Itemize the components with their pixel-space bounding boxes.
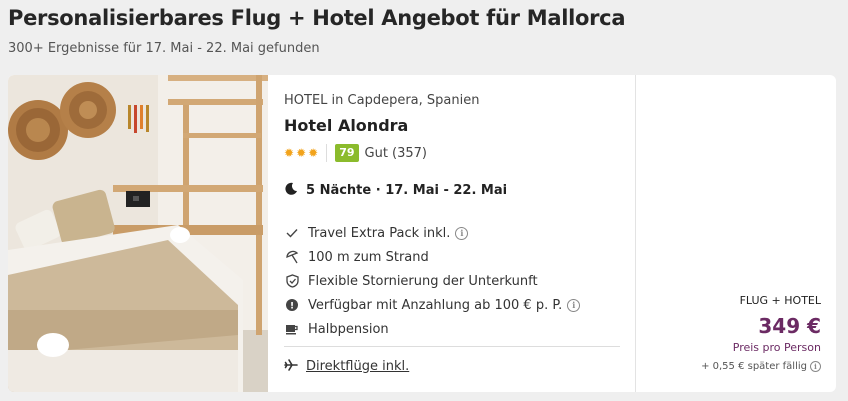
feature-list: Travel Extra Pack inkl. i 100 m zum Stra… <box>284 221 581 341</box>
price-later-fee: + 0,55 € später fällig i <box>701 361 821 372</box>
hotel-stars: ✹ ✹ ✹ <box>284 147 318 159</box>
deposit-coin-icon: ! <box>284 297 300 313</box>
direct-flights-link[interactable]: Direktflüge inkl. <box>306 359 409 374</box>
feature-cancellation: Flexible Stornierung der Unterkunft <box>284 269 580 293</box>
stay-dates: 5 Nächte · 17. Mai - 22. Mai <box>306 183 508 198</box>
section-divider <box>284 346 620 347</box>
price-per-person-label: Preis pro Person <box>732 341 821 354</box>
rating-divider <box>326 144 328 162</box>
info-icon[interactable]: i <box>810 361 821 372</box>
feature-label: Halbpension <box>308 321 389 337</box>
info-icon[interactable]: i <box>455 226 469 240</box>
info-icon[interactable]: i <box>567 298 581 312</box>
offer-card[interactable]: HOTEL in Capdepera, Spanien Hotel Alondr… <box>8 75 836 392</box>
flight-row: Direktflüge inkl. <box>284 355 409 377</box>
moon-icon <box>284 181 298 200</box>
package-type-label: FLUG + HOTEL <box>739 294 821 307</box>
feature-label: Verfügbar mit Anzahlung ab 100 € p. P. <box>308 297 563 313</box>
shield-check-icon <box>284 273 300 289</box>
price-panel[interactable]: FLUG + HOTEL 349 € Preis pro Person + 0,… <box>635 75 836 392</box>
hotel-photo[interactable] <box>8 75 268 392</box>
coffee-cup-icon <box>284 321 300 337</box>
feature-beach-distance: 100 m zum Strand <box>284 245 580 269</box>
feature-label: Flexible Stornierung der Unterkunft <box>308 273 538 289</box>
offer-details: HOTEL in Capdepera, Spanien Hotel Alondr… <box>284 75 640 392</box>
price-amount: 349 € <box>758 314 821 338</box>
sun-star-icon: ✹ <box>284 146 295 160</box>
rating-row: ✹ ✹ ✹ 79 Gut (357) <box>284 143 427 163</box>
sun-star-icon: ✹ <box>308 146 319 160</box>
later-fee-text: + 0,55 € später fällig <box>701 361 807 372</box>
feature-travel-extra: Travel Extra Pack inkl. i <box>284 221 580 245</box>
feature-label: Travel Extra Pack inkl. <box>308 225 451 241</box>
sun-star-icon: ✹ <box>296 146 307 160</box>
stay-duration: 5 Nächte · 17. Mai - 22. Mai <box>284 181 507 200</box>
results-count: 300+ Ergebnisse für 17. Mai - 22. Mai ge… <box>8 41 320 56</box>
beach-umbrella-icon <box>284 249 300 265</box>
check-icon <box>284 225 300 241</box>
hotel-location: HOTEL in Capdepera, Spanien <box>284 93 480 108</box>
rating-text[interactable]: Gut (357) <box>365 146 428 161</box>
hotel-name[interactable]: Hotel Alondra <box>284 116 408 135</box>
feature-board: Halbpension <box>284 317 580 341</box>
feature-label: 100 m zum Strand <box>308 249 429 265</box>
page-title: Personalisierbares Flug + Hotel Angebot … <box>8 6 626 30</box>
feature-deposit: ! Verfügbar mit Anzahlung ab 100 € p. P.… <box>284 293 581 317</box>
airplane-icon <box>284 357 298 376</box>
svg-text:!: ! <box>290 302 294 312</box>
score-badge: 79 <box>335 144 359 162</box>
